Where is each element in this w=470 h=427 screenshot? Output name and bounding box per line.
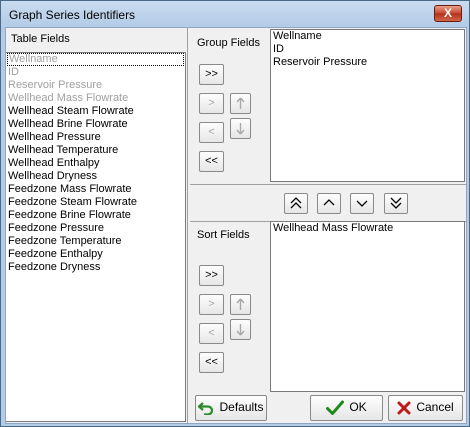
list-item[interactable]: Feedzone Steam Flowrate [6,196,185,209]
table-fields-label: Table Fields [11,33,70,45]
move-down-button[interactable] [350,193,374,214]
table-fields-panel: Table Fields Wellname ID Reservoir Pressur… [6,28,188,423]
list-item[interactable]: Wellhead Temperature [6,144,185,157]
list-item[interactable]: Wellname [7,53,184,66]
group-remove-all-button[interactable]: << [199,151,224,172]
group-move-down-button[interactable] [230,118,251,139]
group-move-up-button[interactable] [230,93,251,114]
sort-fields-label: Sort Fields [197,229,250,241]
list-item[interactable]: Reservoir Pressure [6,79,185,92]
sort-remove-all-button[interactable]: << [199,352,224,373]
group-remove-button[interactable]: < [199,122,224,143]
list-item[interactable]: Feedzone Dryness [6,261,185,274]
list-item[interactable]: Wellhead Enthalpy [6,157,185,170]
sort-add-button[interactable]: > [199,294,224,315]
group-add-all-button[interactable]: >> [199,64,224,85]
sort-remove-button[interactable]: < [199,323,224,344]
group-add-button[interactable]: > [199,93,224,114]
ok-label: OK [349,400,367,414]
move-up-button[interactable] [317,193,341,214]
undo-arrow-icon [198,402,214,415]
arrow-down-icon [236,324,245,336]
list-item[interactable]: Wellhead Brine Flowrate [6,118,185,131]
double-chevron-up-icon [290,197,302,209]
cancel-label: Cancel [416,400,454,414]
list-item[interactable]: ID [6,66,185,79]
defaults-label: Defaults [219,400,264,414]
list-item[interactable]: Wellhead Pressure [6,131,185,144]
sort-add-all-button[interactable]: >> [199,265,224,286]
list-item[interactable]: Feedzone Enthalpy [6,248,185,261]
cancel-button[interactable]: Cancel [388,395,463,421]
list-item[interactable]: ID [271,43,464,56]
x-icon [397,401,411,415]
close-button[interactable]: X [434,5,462,22]
section-divider-top [190,184,466,185]
list-item[interactable]: Feedzone Pressure [6,222,185,235]
list-item[interactable]: Wellname [271,30,464,43]
move-top-button[interactable] [284,193,308,214]
sort-move-down-button[interactable] [230,319,251,340]
list-item[interactable]: Feedzone Temperature [6,235,185,248]
list-item[interactable]: Wellhead Mass Flowrate [271,222,464,235]
arrow-up-icon [236,97,245,109]
table-fields-list[interactable]: Wellname ID Reservoir Pressure Wellhead Mas… [6,52,186,422]
close-icon: X [443,6,452,20]
arrow-down-icon [236,123,245,135]
checkmark-icon [326,400,345,415]
move-bottom-button[interactable] [384,193,408,214]
chevron-down-icon [356,200,368,207]
dialog-body: Table Fields Wellname ID Reservoir Pressur… [5,27,467,424]
group-fields-label: Group Fields [197,37,260,49]
double-chevron-down-icon [390,197,402,209]
group-fields-list[interactable]: Wellname ID Reservoir Pressure [270,29,465,182]
dialog-window: Graph Series Identifiers X Table Fields … [0,0,470,427]
sort-fields-list[interactable]: Wellhead Mass Flowrate [270,221,465,392]
defaults-button[interactable]: Defaults [195,395,267,421]
chevron-up-icon [323,199,335,206]
list-item[interactable]: Wellhead Mass Flowrate [6,92,185,105]
list-item[interactable]: Feedzone Brine Flowrate [6,209,185,222]
arrow-up-icon [236,298,245,310]
list-item[interactable]: Wellhead Dryness [6,170,185,183]
list-item[interactable]: Feedzone Mass Flowrate [6,183,185,196]
window-title: Graph Series Identifiers [9,8,136,22]
list-item[interactable]: Wellhead Steam Flowrate [6,105,185,118]
sort-move-up-button[interactable] [230,294,251,315]
ok-button[interactable]: OK [310,395,383,421]
list-item[interactable]: Reservoir Pressure [271,56,464,69]
